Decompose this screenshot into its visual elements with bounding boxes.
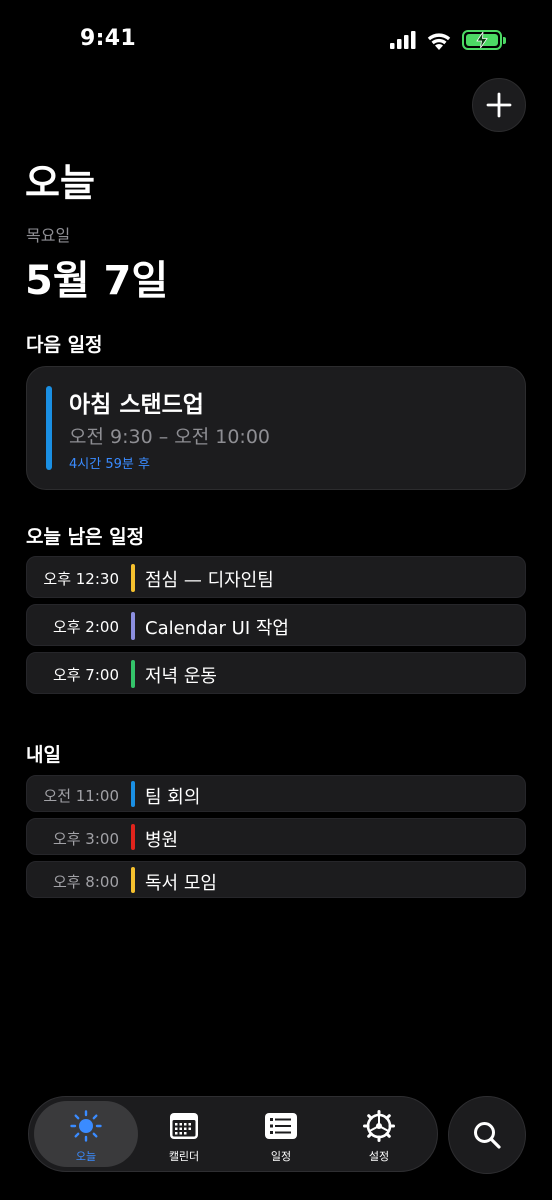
event-title: 저녁 운동 (145, 666, 217, 687)
tab-schedule[interactable]: 일정 (231, 1101, 331, 1167)
list-icon (264, 1110, 298, 1142)
event-color-bar (131, 564, 135, 592)
tomorrow-section-title: 내일 (26, 744, 61, 766)
today-remaining-section-title: 오늘 남은 일정 (26, 526, 145, 548)
tab-today[interactable]: 오늘 (34, 1101, 138, 1167)
event-color-bar (46, 386, 52, 470)
event-time: 오전 11:00 (43, 787, 119, 805)
tab-bar: 오늘 캘린더 일정 설정 (28, 1096, 438, 1172)
event-title: 독서 모임 (145, 873, 217, 894)
event-title: 점심 — 디자인팀 (145, 570, 274, 591)
tab-settings[interactable]: 설정 (329, 1101, 429, 1167)
add-event-button[interactable] (472, 78, 526, 132)
tab-calendar[interactable]: 캘린더 (134, 1101, 234, 1167)
next-event-countdown: 4시간 59분 후 (69, 457, 150, 472)
event-row[interactable]: 오후 3:00 병원 (26, 818, 526, 855)
next-event-title: 아침 스탠드업 (69, 392, 204, 418)
event-row[interactable]: 오전 11:00 팀 회의 (26, 775, 526, 812)
event-row[interactable]: 오후 8:00 독서 모임 (26, 861, 526, 898)
date-heading: 5월 7일 (25, 258, 169, 304)
event-time: 오후 12:30 (43, 570, 119, 588)
status-time: 9:41 (80, 26, 136, 51)
charging-bolt-icon (476, 32, 488, 48)
event-color-bar (131, 781, 135, 807)
sun-icon (70, 1110, 102, 1142)
event-title: 병원 (145, 830, 179, 851)
cellular-signal-icon (390, 31, 416, 49)
screen: 9:41 오늘 목요일 5월 7일 다음 일정 아침 스탠드업 오전 9:30 … (0, 0, 552, 1200)
tab-label: 오늘 (75, 1150, 97, 1163)
status-bar: 9:41 (0, 0, 552, 84)
event-title: Calendar UI 작업 (145, 618, 289, 639)
next-event-section-title: 다음 일정 (26, 334, 103, 356)
event-color-bar (131, 612, 135, 640)
plus-icon (486, 92, 512, 118)
wifi-icon (427, 32, 451, 50)
event-color-bar (131, 824, 135, 850)
event-color-bar (131, 867, 135, 893)
status-icons (390, 30, 506, 50)
next-event-card[interactable]: 아침 스탠드업 오전 9:30 – 오전 10:00 4시간 59분 후 (26, 366, 526, 490)
tab-label: 설정 (368, 1150, 390, 1163)
calendar-icon (169, 1110, 199, 1142)
event-row[interactable]: 오후 12:30 점심 — 디자인팀 (26, 556, 526, 598)
search-button[interactable] (448, 1096, 526, 1174)
tab-label: 일정 (270, 1150, 292, 1163)
next-event-time: 오전 9:30 – 오전 10:00 (69, 426, 270, 448)
battery-icon (462, 30, 506, 50)
event-row[interactable]: 오후 7:00 저녁 운동 (26, 652, 526, 694)
event-time: 오후 7:00 (52, 666, 119, 684)
page-title: 오늘 (25, 161, 95, 205)
event-time: 오후 2:00 (52, 618, 119, 636)
event-row[interactable]: 오후 2:00 Calendar UI 작업 (26, 604, 526, 646)
weekday-label: 목요일 (26, 226, 71, 245)
event-time: 오후 3:00 (52, 830, 119, 848)
event-time: 오후 8:00 (52, 873, 119, 891)
search-icon (474, 1122, 501, 1149)
gear-icon (363, 1110, 395, 1142)
event-title: 팀 회의 (145, 787, 201, 808)
tab-label: 캘린더 (168, 1150, 200, 1163)
event-color-bar (131, 660, 135, 688)
